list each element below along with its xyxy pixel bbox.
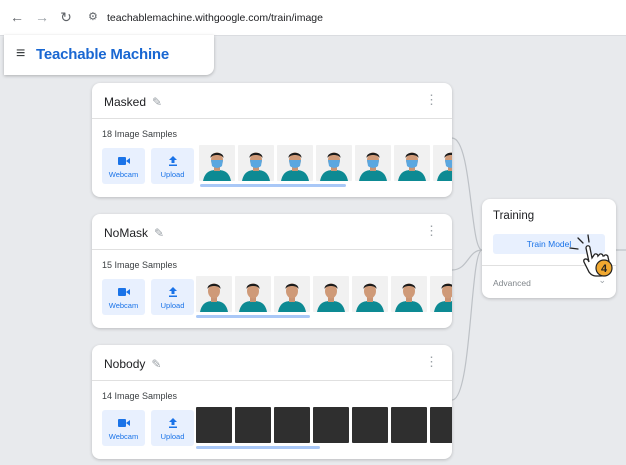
app-title: Teachable Machine — [36, 46, 170, 63]
upload-icon — [151, 285, 194, 299]
sample-thumbnail[interactable] — [316, 145, 352, 181]
more-vert-icon[interactable]: ⋮ — [425, 224, 438, 237]
pencil-icon[interactable]: ✎ — [151, 357, 161, 371]
thumbnails-scrollbar[interactable] — [196, 315, 310, 318]
class-name[interactable]: NoMask ✎ — [104, 226, 164, 240]
forward-arrow-icon[interactable]: → — [33, 9, 51, 25]
sample-count: 14 Image Samples — [102, 391, 178, 401]
class-card-nobody: Nobody ✎ ⋮ 14 Image Samples Webcam Upload — [92, 345, 452, 459]
sample-count: 18 Image Samples — [102, 129, 178, 139]
class-card-masked: Masked ✎ ⋮ 18 Image Samples Webcam Upload — [92, 83, 452, 197]
sample-thumbnail[interactable] — [430, 407, 452, 443]
training-title: Training — [493, 210, 535, 222]
videocam-icon — [102, 416, 145, 430]
browser-toolbar: ← → ↻ ⚙ teachablemachine.withgoogle.com/… — [0, 0, 626, 36]
sample-thumbnail[interactable] — [355, 145, 391, 181]
pencil-icon[interactable]: ✎ — [152, 95, 162, 109]
upload-icon — [151, 154, 194, 168]
upload-icon — [151, 416, 194, 430]
sample-thumbnail[interactable] — [274, 276, 310, 312]
advanced-toggle[interactable]: Advanced — [493, 278, 531, 288]
sample-thumbnail[interactable] — [430, 276, 452, 312]
site-settings-icon[interactable]: ⚙ — [88, 10, 98, 23]
class-card-nomask: NoMask ✎ ⋮ 15 Image Samples Webcam Upload — [92, 214, 452, 328]
sample-thumbnails[interactable] — [199, 145, 452, 181]
sample-thumbnail[interactable] — [391, 407, 427, 443]
reload-icon[interactable]: ↻ — [57, 9, 75, 26]
more-vert-icon[interactable]: ⋮ — [425, 93, 438, 106]
webcam-button[interactable]: Webcam — [102, 410, 145, 446]
sample-thumbnail[interactable] — [199, 145, 235, 181]
class-name[interactable]: Masked ✎ — [104, 95, 162, 109]
sample-thumbnail[interactable] — [394, 145, 430, 181]
pointing-hand-icon: 4 — [569, 234, 613, 277]
sample-thumbnails[interactable] — [196, 276, 452, 312]
sample-count: 15 Image Samples — [102, 260, 178, 270]
sample-thumbnail[interactable] — [391, 276, 427, 312]
sample-thumbnail[interactable] — [313, 407, 349, 443]
class-name[interactable]: Nobody ✎ — [104, 357, 161, 371]
class-card-header: Masked ✎ ⋮ — [92, 83, 452, 119]
sample-thumbnail[interactable] — [352, 276, 388, 312]
more-vert-icon[interactable]: ⋮ — [425, 355, 438, 368]
videocam-icon — [102, 154, 145, 168]
sample-thumbnail[interactable] — [235, 276, 271, 312]
sample-thumbnail[interactable] — [313, 276, 349, 312]
back-arrow-icon[interactable]: ← — [8, 9, 26, 25]
sample-thumbnails[interactable] — [196, 407, 452, 443]
upload-button[interactable]: Upload — [151, 410, 194, 446]
class-card-header: NoMask ✎ ⋮ — [92, 214, 452, 250]
address-bar[interactable]: teachablemachine.withgoogle.com/train/im… — [107, 12, 323, 24]
hamburger-menu-icon[interactable]: ≡ — [16, 45, 25, 63]
sample-thumbnail[interactable] — [277, 145, 313, 181]
webcam-button[interactable]: Webcam — [102, 148, 145, 184]
videocam-icon — [102, 285, 145, 299]
sample-thumbnail[interactable] — [238, 145, 274, 181]
class-card-header: Nobody ✎ ⋮ — [92, 345, 452, 381]
step-number: 4 — [601, 263, 608, 275]
sample-thumbnail[interactable] — [274, 407, 310, 443]
sample-thumbnail[interactable] — [352, 407, 388, 443]
webcam-button[interactable]: Webcam — [102, 279, 145, 315]
sample-thumbnail[interactable] — [433, 145, 452, 181]
thumbnails-scrollbar[interactable] — [196, 446, 320, 449]
upload-button[interactable]: Upload — [151, 279, 194, 315]
sample-thumbnail[interactable] — [235, 407, 271, 443]
sample-thumbnail[interactable] — [196, 407, 232, 443]
thumbnails-scrollbar[interactable] — [200, 184, 346, 187]
sample-thumbnail[interactable] — [196, 276, 232, 312]
upload-button[interactable]: Upload — [151, 148, 194, 184]
pencil-icon[interactable]: ✎ — [154, 226, 164, 240]
app-header: ≡ Teachable Machine — [4, 35, 214, 75]
